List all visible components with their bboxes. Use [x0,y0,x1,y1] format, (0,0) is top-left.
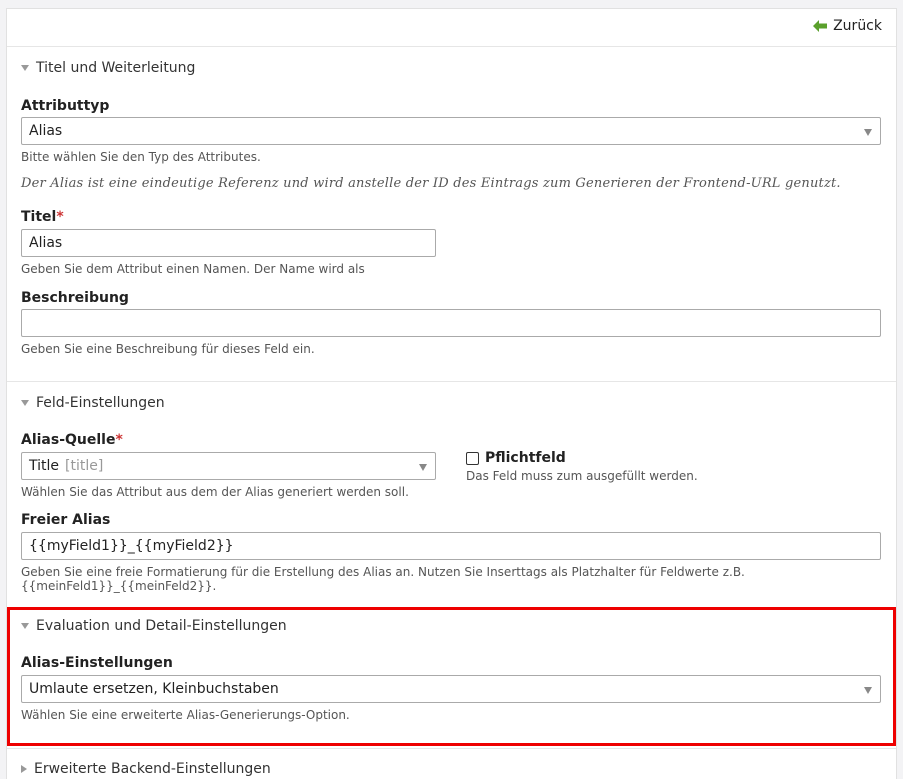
section-title: Erweiterte Backend-Einstellungen [34,761,271,777]
attributtyp-value: Alias [29,123,63,139]
section-title: Evaluation und Detail-Einstellungen [36,618,287,634]
required-marker: * [56,209,64,225]
section-divider [7,381,896,382]
section-divider [7,748,896,749]
pflichtfeld-help: Das Feld muss zum ausgefüllt werden. [466,469,698,483]
required-marker: * [115,432,123,448]
alias-quelle-value: Title [29,458,60,474]
back-label: Zurück [833,18,882,34]
pflichtfeld-label: Pflichtfeld [485,450,566,466]
pflichtfeld-checkbox[interactable] [466,451,479,465]
alias-quelle-hint: [title] [65,458,104,474]
back-button[interactable]: Zurück [813,18,882,34]
beschreibung-label: Beschreibung [21,290,129,306]
alias-quelle-help: Wählen Sie das Attribut aus dem der Alia… [21,485,409,499]
expand-triangle-icon [21,765,27,773]
attributtyp-label: Attributtyp [21,98,110,114]
freier-alias-help: Geben Sie eine freie Formatierung für di… [21,565,745,593]
alias-einstellungen-value: Umlaute ersetzen, Kleinbuchstaben [29,681,279,697]
edit-panel: Zurück Titel und Weiterleitung Attributt… [6,8,897,779]
alias-description-note: Der Alias ist eine eindeutige Referenz u… [21,176,841,191]
alias-einstellungen-label: Alias-Einstellungen [21,655,173,671]
section-title: Titel und Weiterleitung [36,60,196,76]
pflichtfeld-checkbox-row[interactable]: Pflichtfeld [466,450,566,466]
section-legend-feld[interactable]: Feld-Einstellungen [21,395,165,411]
collapse-triangle-icon [21,65,29,71]
beschreibung-help: Geben Sie eine Beschreibung für dieses F… [21,342,315,356]
alias-quelle-label-text: Alias-Quelle [21,432,116,448]
dropdown-arrow-icon [864,129,872,136]
dropdown-arrow-icon [864,687,872,694]
dropdown-arrow-icon [419,464,427,471]
alias-einstellungen-select[interactable]: Umlaute ersetzen, Kleinbuchstaben [21,675,881,703]
alias-einstellungen-help: Wählen Sie eine erweiterte Alias-Generie… [21,708,350,722]
section-title: Feld-Einstellungen [36,395,165,411]
attributtyp-help: Bitte wählen Sie den Typ des Attributes. [21,150,261,164]
titel-input[interactable]: Alias [21,229,436,257]
top-toolbar: Zurück [7,9,896,47]
alias-quelle-select[interactable]: Title [title] [21,452,436,480]
titel-label: Titel* [21,209,64,225]
section-legend-titel[interactable]: Titel und Weiterleitung [21,60,195,76]
freier-alias-input[interactable]: {{myField1}}_{{myField2}} [21,532,881,560]
section-legend-backend[interactable]: Erweiterte Backend-Einstellungen [21,761,271,777]
titel-label-text: Titel [21,209,57,225]
section-legend-evaluation[interactable]: Evaluation und Detail-Einstellungen [21,618,287,634]
alias-quelle-label: Alias-Quelle* [21,432,123,448]
attributtyp-select[interactable]: Alias [21,117,881,145]
collapse-triangle-icon [21,623,29,629]
collapse-triangle-icon [21,400,29,406]
freier-alias-label: Freier Alias [21,512,111,528]
titel-help: Geben Sie dem Attribut einen Namen. Der … [21,262,365,276]
beschreibung-input[interactable] [21,309,881,337]
back-arrow-icon [813,20,828,32]
